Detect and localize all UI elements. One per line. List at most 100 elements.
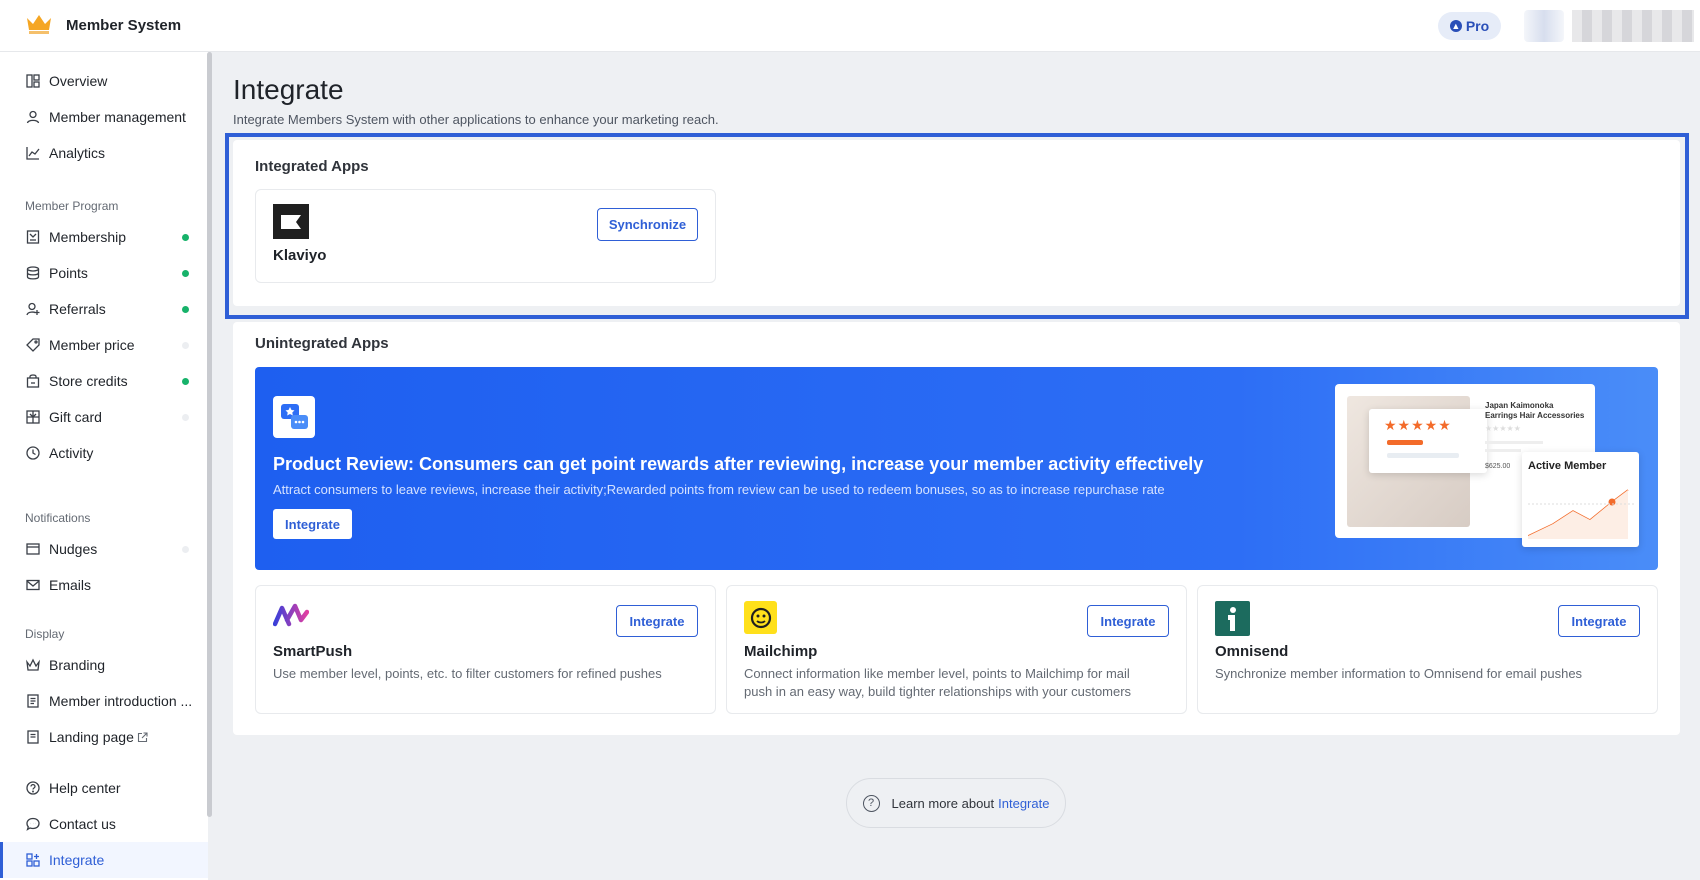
- sidebar: Overview Member management Analytics Mem…: [0, 52, 208, 880]
- section-title: Unintegrated Apps: [255, 335, 389, 352]
- brand[interactable]: Member System: [26, 13, 181, 38]
- sidebar-item-label: Activity: [49, 445, 94, 461]
- clock-icon: [25, 445, 41, 461]
- referral-icon: [25, 301, 41, 317]
- group-display: Display: [25, 627, 65, 641]
- mail-icon: [25, 577, 41, 593]
- avatar: [1524, 10, 1564, 42]
- sidebar-item-integrate[interactable]: Integrate: [0, 842, 208, 878]
- gift-card-icon: [25, 409, 41, 425]
- trend-line-icon: [1528, 489, 1634, 539]
- sidebar-item-label: Analytics: [49, 145, 106, 161]
- status-dot-active: [182, 269, 189, 277]
- chat-icon: [25, 816, 41, 832]
- sidebar-item-member-introduction[interactable]: Member introduction ...: [0, 683, 208, 719]
- membership-icon: [25, 229, 41, 245]
- learn-more-link[interactable]: Integrate: [998, 796, 1049, 811]
- sidebar-item-label: Branding: [49, 657, 106, 673]
- tag-icon: [25, 337, 41, 353]
- sidebar-item-referrals[interactable]: Referrals: [0, 291, 208, 327]
- sidebar-item-label: Referrals: [49, 301, 106, 317]
- sidebar-item-label: Membership: [49, 229, 127, 245]
- sidebar-item-help-center[interactable]: Help center: [0, 770, 208, 806]
- sidebar-item-overview[interactable]: Overview: [0, 63, 208, 99]
- nudge-icon: [25, 541, 41, 557]
- document-icon: [25, 693, 41, 709]
- integrate-icon: [25, 852, 41, 868]
- rating-card: ★★★★★: [1369, 409, 1487, 473]
- page-title: Integrate: [233, 74, 344, 105]
- integrate-smartpush-button[interactable]: Integrate: [616, 605, 698, 637]
- status-dot-inactive: [182, 545, 189, 553]
- pro-badge[interactable]: ▲ Pro: [1438, 12, 1501, 40]
- integrate-omnisend-button[interactable]: Integrate: [1558, 605, 1640, 637]
- user-menu[interactable]: [1524, 10, 1694, 42]
- stars-icon: ★★★★★: [1384, 417, 1452, 433]
- preview-price: $625.00: [1485, 463, 1511, 470]
- user-icon: [25, 109, 41, 125]
- coins-icon: [25, 265, 41, 281]
- sidebar-item-label: Store credits: [49, 373, 128, 389]
- sidebar-item-label: Points: [49, 265, 88, 281]
- sidebar-item-label: Help center: [49, 780, 121, 796]
- app-description: Use member level, points, etc. to filter…: [273, 666, 662, 681]
- review-icon: [273, 396, 315, 438]
- app-description: Synchronize member information to Omnise…: [1215, 666, 1583, 681]
- active-member-title: Active Member: [1528, 460, 1607, 472]
- sidebar-item-gift-card[interactable]: Gift card: [0, 399, 208, 435]
- user-name-blurred: [1572, 10, 1694, 42]
- sidebar-item-points[interactable]: Points: [0, 255, 208, 291]
- sidebar-item-label: Member management: [49, 109, 186, 125]
- app-card-omnisend: Omnisend Synchronize member information …: [1197, 585, 1658, 714]
- status-dot-active: [182, 377, 189, 385]
- pro-icon: ▲: [1449, 20, 1462, 32]
- preview-line: [1485, 449, 1521, 452]
- learn-more-text: Learn more about: [891, 795, 995, 811]
- sidebar-item-contact-us[interactable]: Contact us: [0, 806, 208, 842]
- sidebar-item-emails[interactable]: Emails: [0, 567, 208, 603]
- pro-label: Pro: [1465, 18, 1490, 34]
- sidebar-item-membership[interactable]: Membership: [0, 219, 208, 255]
- sidebar-item-landing-page[interactable]: Landing page: [0, 719, 208, 755]
- mailchimp-logo-icon: [744, 601, 777, 634]
- integrate-mailchimp-button[interactable]: Integrate: [1087, 605, 1169, 637]
- group-member-program: Member Program: [25, 199, 119, 213]
- status-dot-active: [182, 233, 189, 241]
- sidebar-item-activity[interactable]: Activity: [0, 435, 208, 471]
- external-link-icon: [137, 731, 148, 743]
- sidebar-item-label: Contact us: [49, 816, 116, 832]
- sidebar-item-member-price[interactable]: Member price: [0, 327, 208, 363]
- status-dot-inactive: [182, 413, 189, 421]
- preview-stars-muted: ★★★★★: [1485, 424, 1521, 433]
- sidebar-item-label: Emails: [49, 577, 92, 593]
- preview-product-name: Japan Kaimonoka Earrings Hair Accessorie…: [1485, 401, 1585, 420]
- active-member-card: Active Member: [1522, 452, 1639, 547]
- banner-integrate-button[interactable]: Integrate: [273, 509, 352, 539]
- sidebar-item-label: Nudges: [49, 541, 98, 557]
- sidebar-item-store-credits[interactable]: Store credits: [0, 363, 208, 399]
- omnisend-logo-icon: [1215, 601, 1250, 636]
- learn-more-pill: ? Learn more about Integrate: [846, 778, 1066, 828]
- sidebar-item-label: Landing page: [49, 729, 134, 745]
- sidebar-item-branding[interactable]: Branding: [0, 647, 208, 683]
- status-dot-inactive: [182, 341, 189, 349]
- banner-description: Attract consumers to leave reviews, incr…: [273, 482, 1165, 497]
- status-dot-active: [182, 305, 189, 313]
- sidebar-item-nudges[interactable]: Nudges: [0, 531, 208, 567]
- selection-highlight: [225, 133, 1689, 319]
- sidebar-item-label: Member price: [49, 337, 135, 353]
- sidebar-item-label: Overview: [49, 73, 108, 89]
- sidebar-item-label: Gift card: [49, 409, 102, 425]
- sidebar-item-analytics[interactable]: Analytics: [0, 135, 208, 171]
- smartpush-logo-icon: [272, 602, 310, 631]
- top-bar: Member System ▲ Pro: [0, 0, 1700, 52]
- sidebar-scrollbar[interactable]: [207, 52, 212, 817]
- banner-title: Product Review: Consumers can get point …: [273, 454, 1204, 474]
- preview-line: [1485, 441, 1543, 444]
- app-title: Member System: [66, 17, 182, 34]
- rating-bar-muted: [1387, 453, 1459, 458]
- chart-icon: [25, 145, 41, 161]
- app-card-mailchimp: Mailchimp Connect information like membe…: [726, 585, 1187, 714]
- sidebar-item-label: Integrate: [49, 852, 105, 868]
- sidebar-item-member-management[interactable]: Member management: [0, 99, 208, 135]
